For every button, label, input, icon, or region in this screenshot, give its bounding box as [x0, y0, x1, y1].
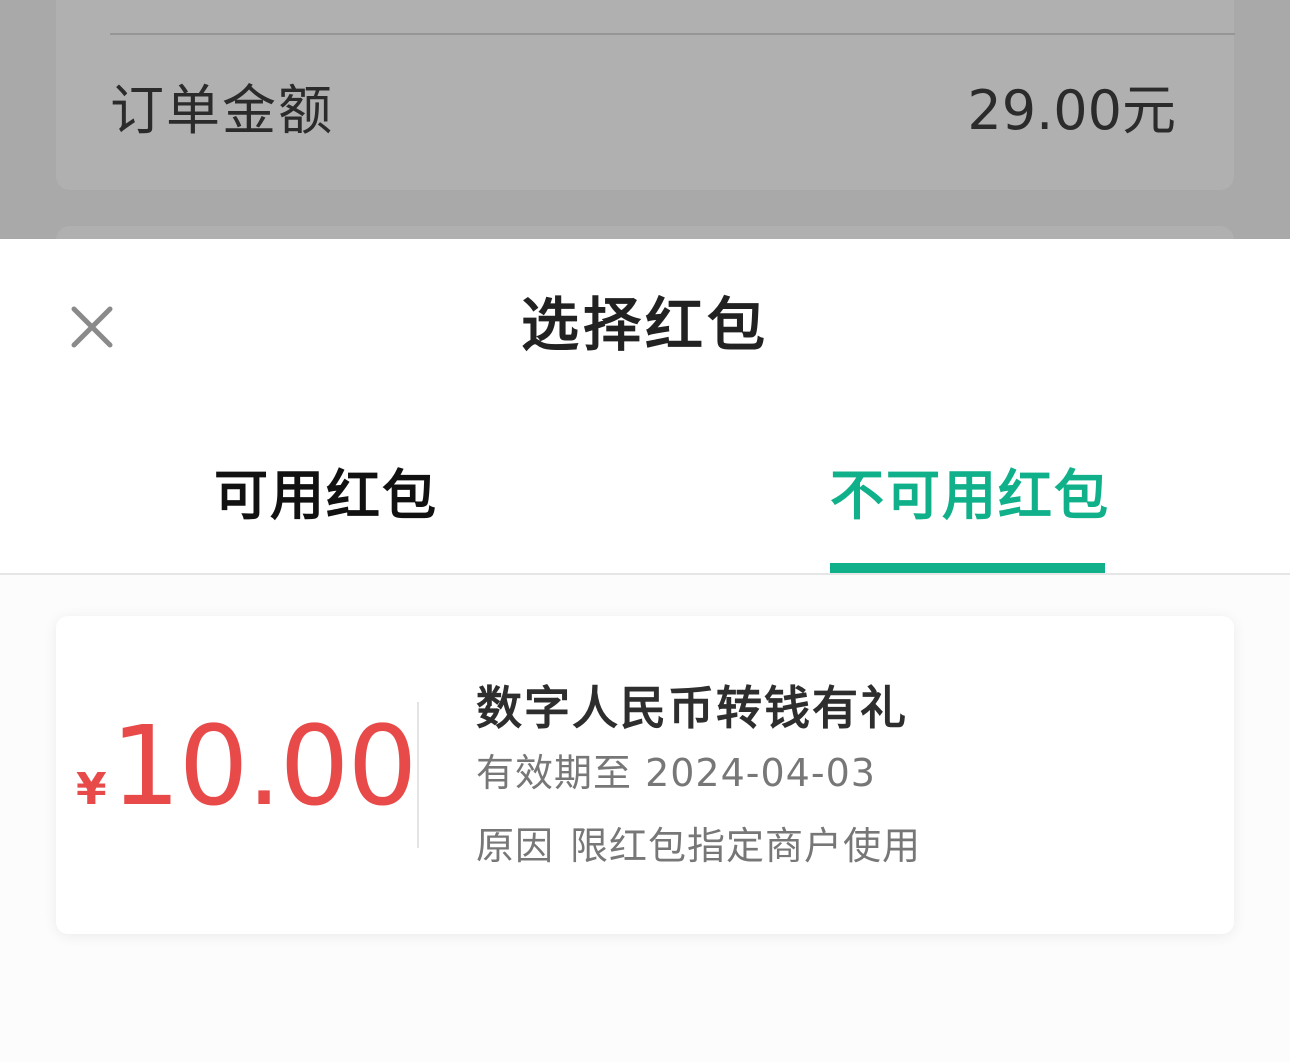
coupon-expiry: 有效期至 2024-04-03 — [476, 751, 876, 795]
coupon-name: 数字人民币转钱有礼 — [476, 681, 908, 735]
sheet-title: 选择红包 — [520, 291, 769, 359]
reason-text: 限红包指定商户使用 — [570, 824, 922, 868]
order-amount-value: 29.00元 — [967, 79, 1176, 142]
red-packet-sheet: 选择红包 可用红包 不可用红包 ¥10.00 数字人民币转钱有礼 有效期至 20… — [0, 239, 1290, 1062]
amount-value: 10.00 — [110, 702, 418, 830]
tab-unavailable[interactable]: 不可用红包 — [830, 461, 1110, 531]
active-tab-indicator — [830, 563, 1105, 573]
coupon-card[interactable]: ¥10.00 数字人民币转钱有礼 有效期至 2024-04-03 原因 限红包指定… — [56, 616, 1234, 934]
currency-symbol: ¥ — [76, 764, 107, 815]
coupon-divider — [417, 702, 419, 848]
order-amount-label: 订单金额 — [110, 79, 334, 142]
coupon-reason: 原因 限红包指定商户使用 — [476, 821, 921, 871]
reason-label: 原因 — [476, 824, 555, 868]
dimmed-background-page: 订单金额 29.00元 — [0, 0, 1290, 239]
tab-bar: 可用红包 不可用红包 — [0, 449, 1290, 575]
tab-available[interactable]: 可用红包 — [214, 461, 438, 531]
background-card — [56, 226, 1234, 239]
divider — [110, 33, 1235, 35]
coupon-amount: ¥10.00 — [76, 711, 418, 821]
